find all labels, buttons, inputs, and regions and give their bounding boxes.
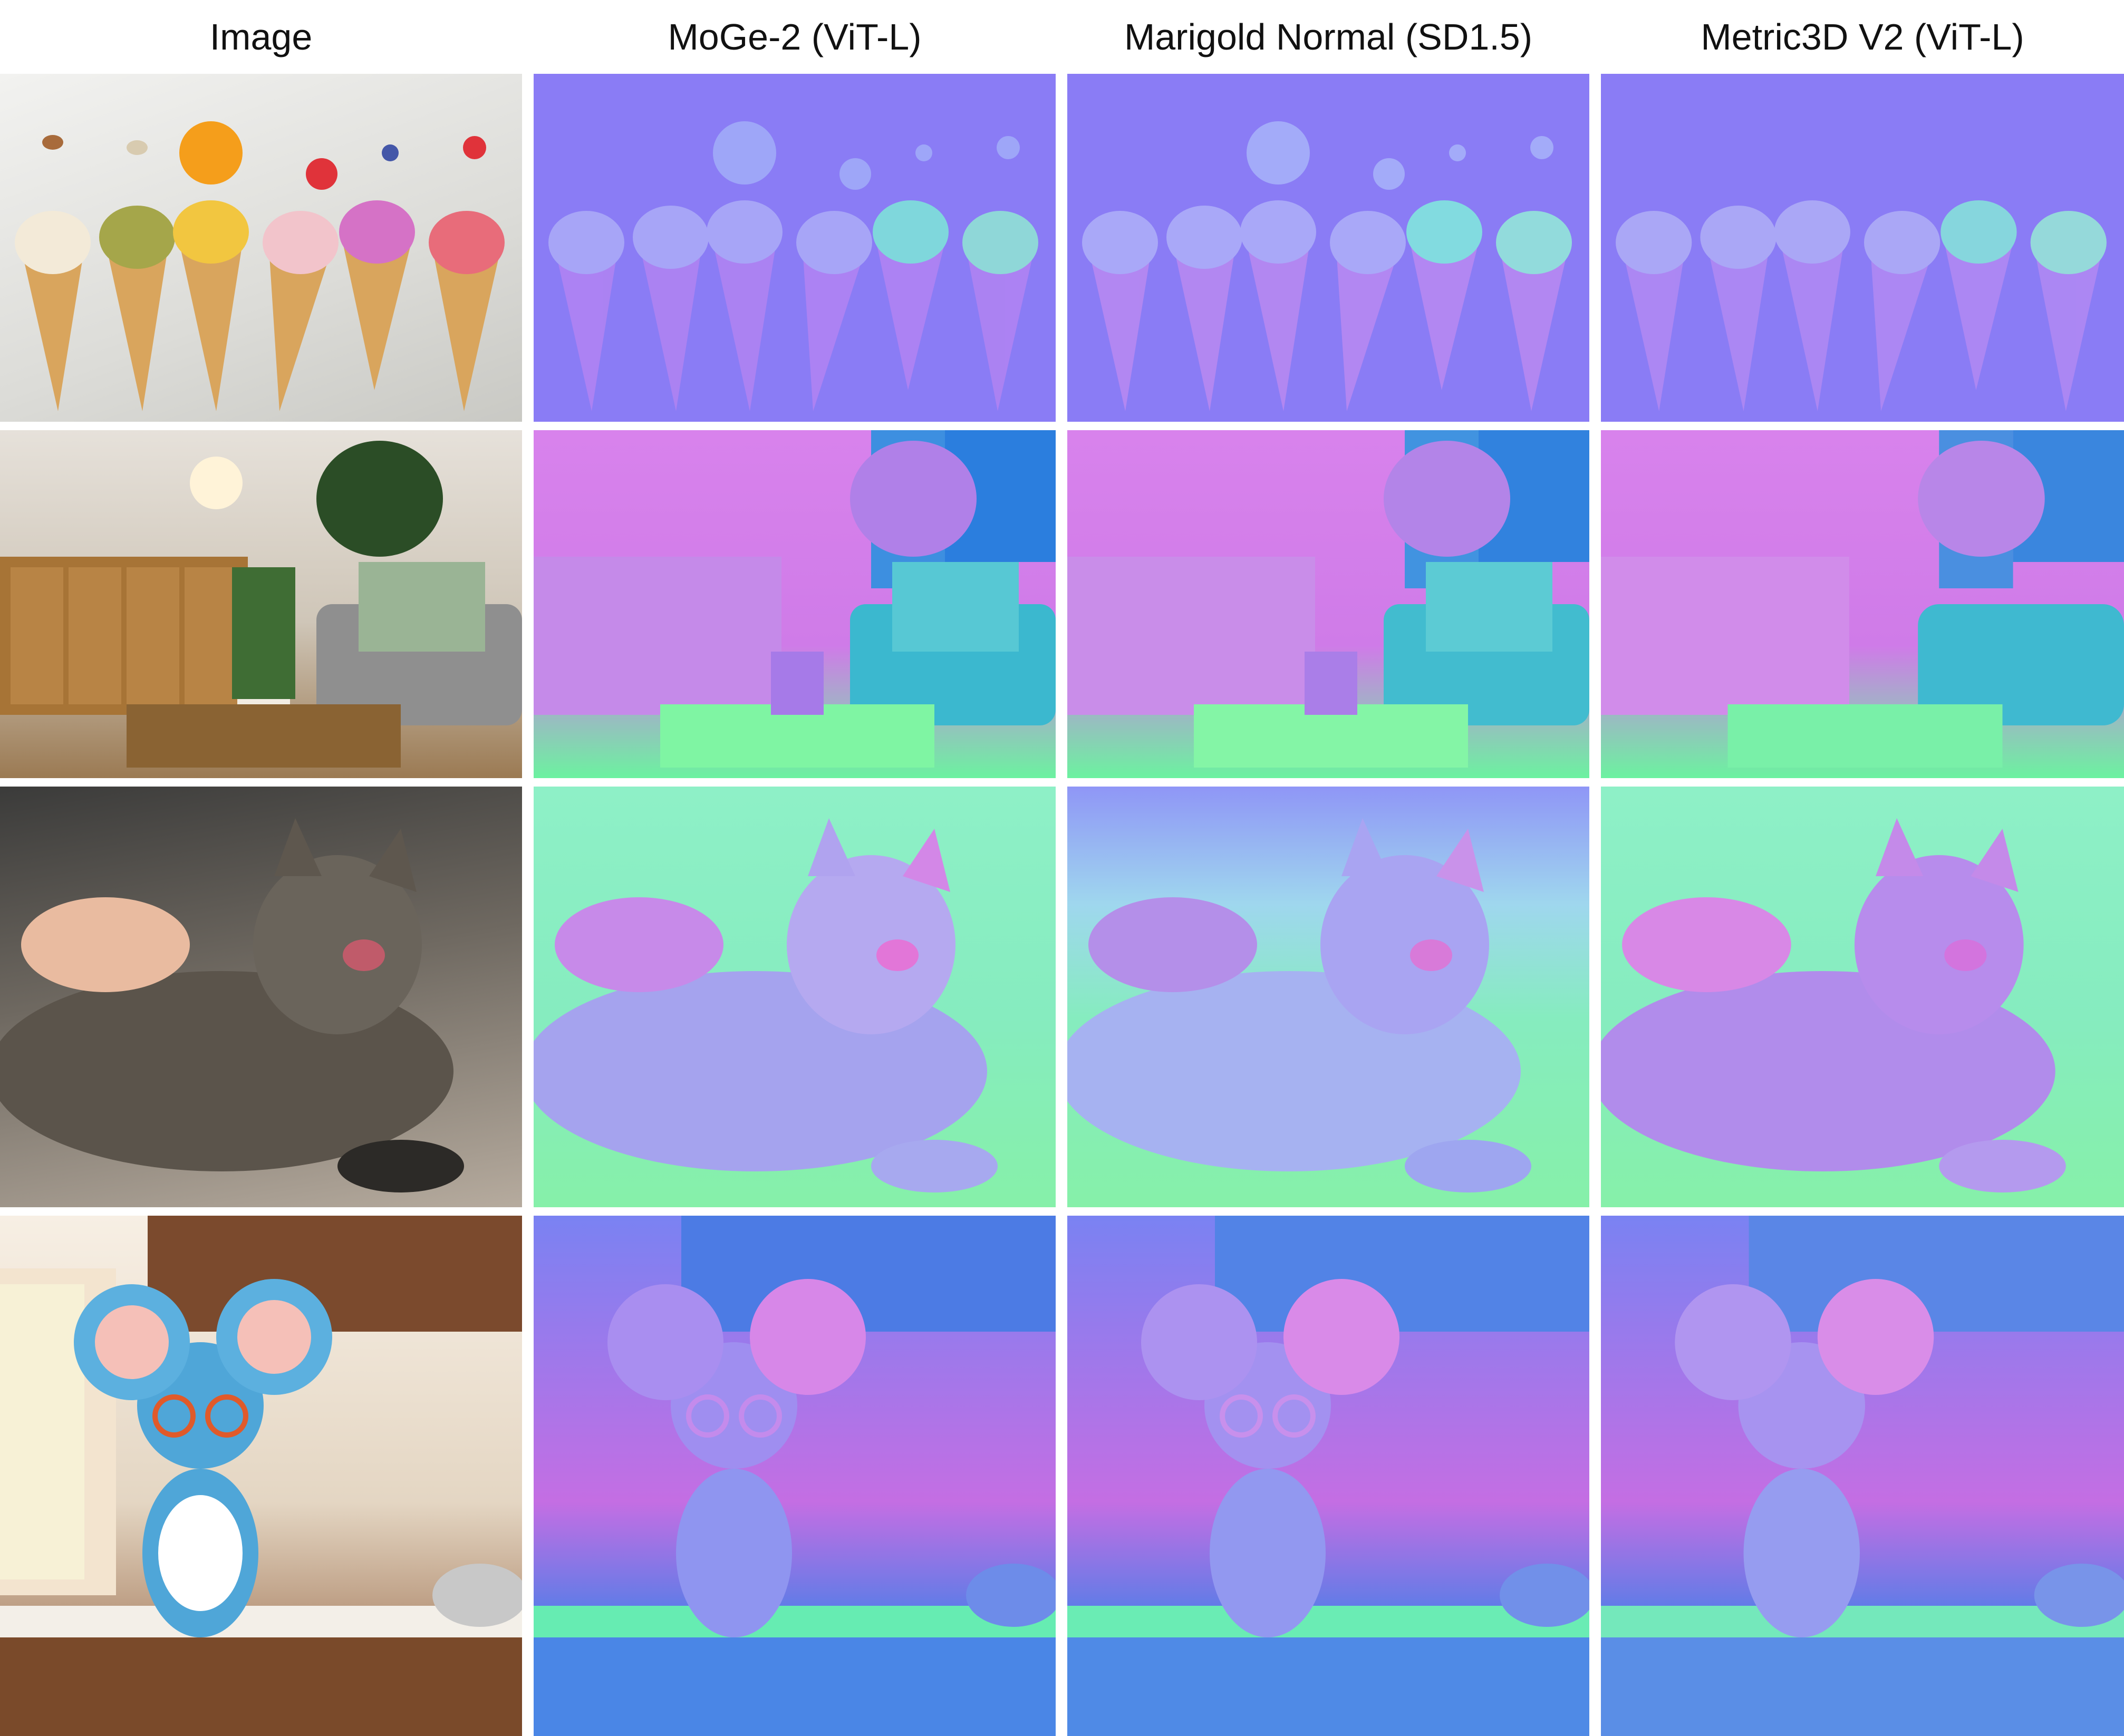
normal-map-metric3d-ice-cream [1601, 74, 2124, 422]
input-image-living-room [0, 430, 522, 778]
normal-map-moge2-ice-cream [534, 74, 1056, 422]
normal-map-metric3d-cartoon-mouse [1601, 1216, 2124, 1736]
column-header-image: Image [209, 16, 313, 57]
input-image-cartoon-mouse [0, 1216, 522, 1736]
normal-map-moge2-living-room [534, 430, 1056, 778]
input-image-cat [0, 787, 522, 1207]
normal-map-metric3d-cat [1601, 787, 2124, 1207]
normal-map-marigold-cat [1067, 787, 1589, 1207]
column-header-moge2: MoGe-2 (ViT-L) [668, 16, 922, 57]
normal-map-metric3d-living-room [1601, 430, 2124, 778]
column-header-metric3d: Metric3D V2 (ViT-L) [1701, 16, 2024, 57]
normal-map-marigold-living-room [1067, 430, 1589, 778]
cone-shapes [21, 243, 501, 411]
fruit-decor [42, 121, 486, 190]
input-image-ice-cream [0, 74, 522, 422]
normal-map-marigold-ice-cream [1067, 74, 1589, 422]
normal-map-marigold-cartoon-mouse [1067, 1216, 1589, 1736]
column-header-marigold: Marigold Normal (SD1.5) [1124, 16, 1533, 57]
scoop-shapes [15, 200, 505, 274]
comparison-figure: Image MoGe-2 (ViT-L) Marigold Normal (SD… [0, 0, 2124, 1736]
normal-map-moge2-cartoon-mouse [534, 1216, 1056, 1736]
normal-map-moge2-cat [534, 787, 1056, 1207]
